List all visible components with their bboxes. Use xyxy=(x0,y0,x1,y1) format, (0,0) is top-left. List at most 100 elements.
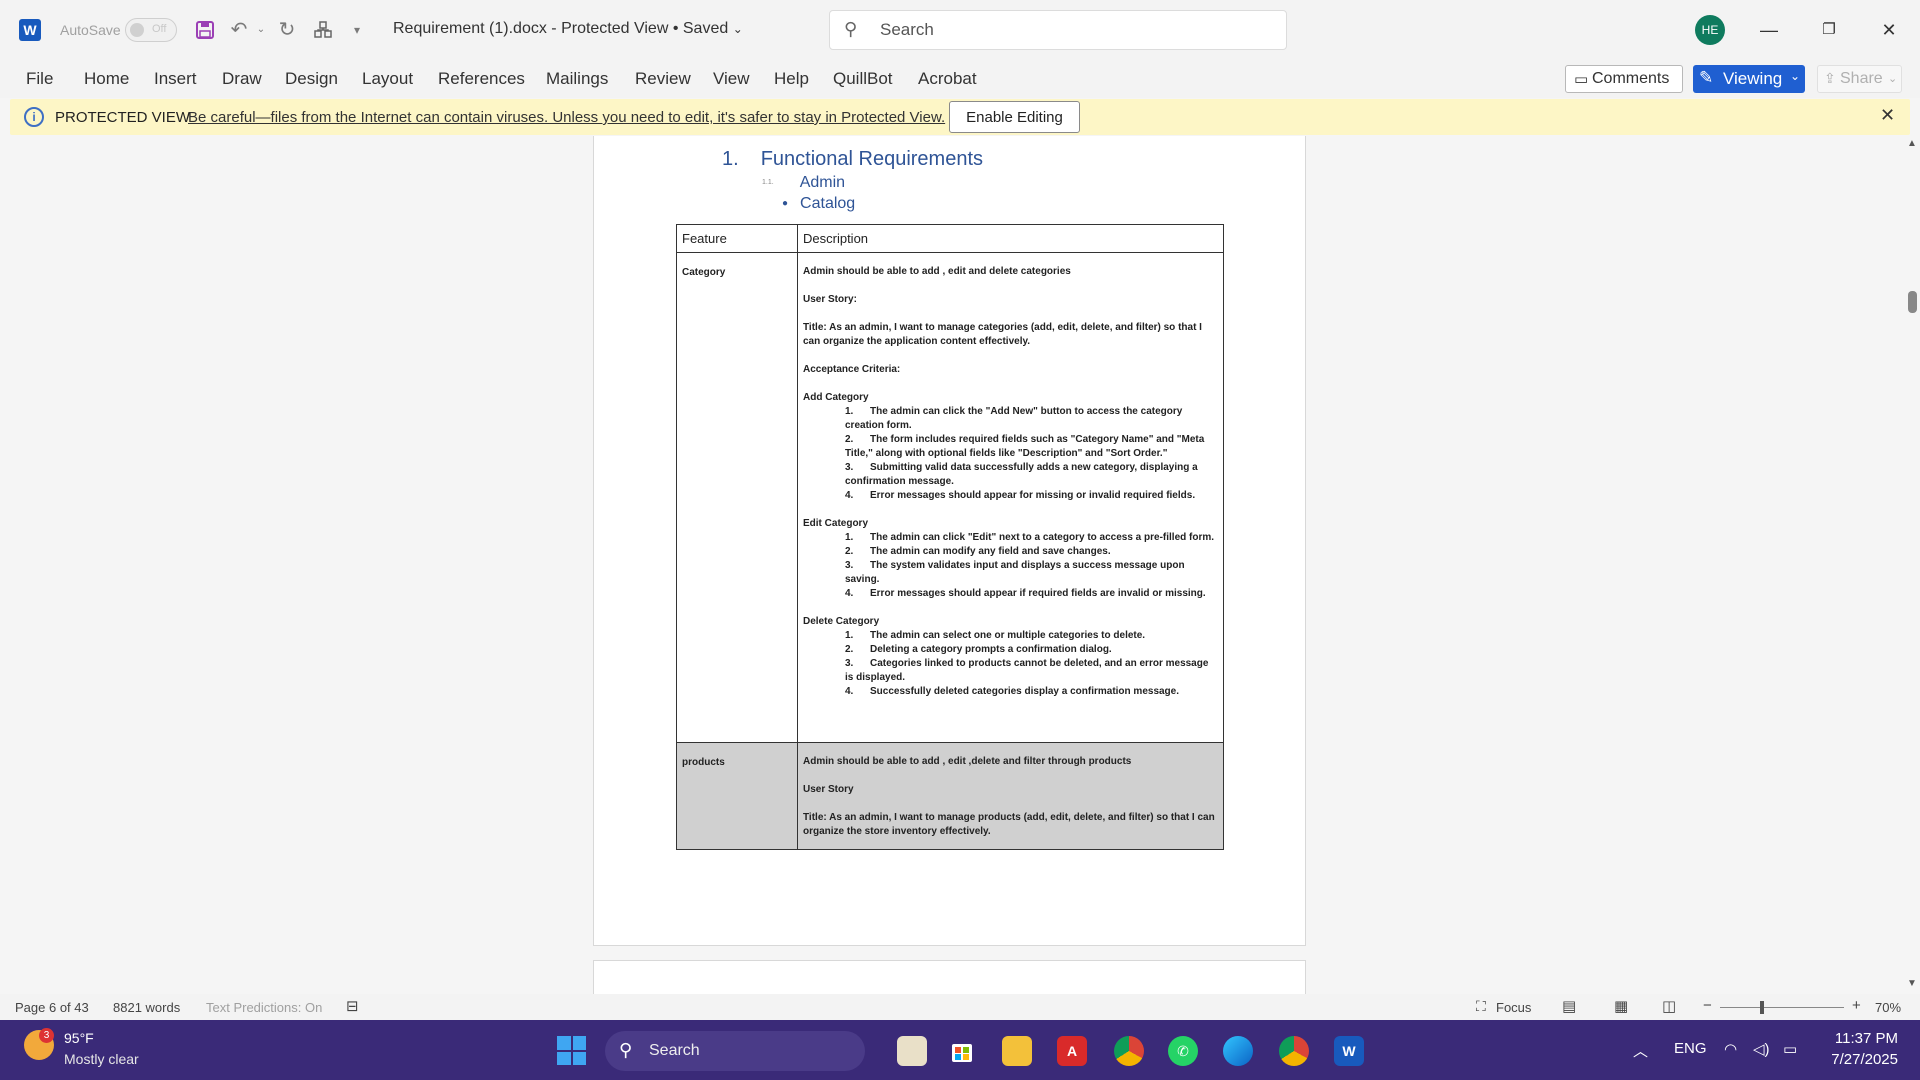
list-item-text: Categories linked to products cannot be … xyxy=(845,658,1209,683)
start-tile xyxy=(557,1051,571,1065)
list-item: 3. Categories linked to products cannot b… xyxy=(845,658,1209,683)
tab-acrobat[interactable]: Acrobat xyxy=(918,69,977,89)
chrome-icon[interactable] xyxy=(1114,1036,1144,1066)
tab-insert[interactable]: Insert xyxy=(154,69,197,89)
tab-home[interactable]: Home xyxy=(84,69,129,89)
language-indicator[interactable]: ENG xyxy=(1674,1040,1707,1057)
requirements-table: Feature Description Category Admin shoul… xyxy=(676,224,1224,850)
focus-button[interactable]: Focus xyxy=(1496,1000,1531,1015)
list-item-text: The admin can click the "Add New" button… xyxy=(845,406,1183,431)
weather-temperature[interactable]: 95°F xyxy=(64,1030,94,1046)
scroll-thumb[interactable] xyxy=(1908,291,1917,313)
search-input[interactable] xyxy=(880,17,1260,43)
summary-text: Admin should be able to add , edit and d… xyxy=(803,266,1071,277)
close-icon[interactable]: ✕ xyxy=(1869,12,1909,48)
chevron-down-icon: ⌄ xyxy=(1888,73,1898,85)
restore-icon[interactable]: ❐ xyxy=(1809,12,1849,48)
table-row: Category Admin should be able to add , e… xyxy=(676,252,1224,743)
tab-mailings[interactable]: Mailings xyxy=(546,69,608,89)
start-button[interactable] xyxy=(557,1036,586,1065)
list-item-text: The admin can select one or multiple cat… xyxy=(870,630,1146,641)
heading-1-number: 1. xyxy=(722,148,739,170)
minimize-icon[interactable]: — xyxy=(1749,12,1789,48)
user-story-title: Title: As an admin, I want to manage pro… xyxy=(803,812,1215,837)
scroll-up-icon[interactable]: ▲ xyxy=(1907,138,1917,149)
tab-references[interactable]: References xyxy=(438,69,525,89)
clock-time[interactable]: 11:37 PM xyxy=(1832,1030,1898,1047)
whatsapp-icon[interactable]: ✆ xyxy=(1168,1036,1198,1066)
chevron-down-icon: ⌄ xyxy=(1790,69,1801,83)
start-tile xyxy=(572,1051,586,1065)
redo-icon[interactable]: ↻ xyxy=(274,16,300,44)
comment-icon: ▭ xyxy=(1574,71,1589,88)
viewing-mode-button[interactable]: ✎ Viewing ⌄ xyxy=(1693,65,1805,93)
chrome-profile-icon[interactable] xyxy=(1279,1036,1309,1066)
file-manager-icon[interactable] xyxy=(897,1036,927,1066)
undo-dropdown-icon[interactable]: ⌄ xyxy=(248,16,274,44)
tab-view[interactable]: View xyxy=(713,69,750,89)
zoom-slider[interactable] xyxy=(1720,1007,1844,1008)
tab-design[interactable]: Design xyxy=(285,69,338,89)
zoom-in-button[interactable]: + xyxy=(1852,997,1861,1014)
comments-label: Comments xyxy=(1592,70,1670,87)
folder-icon[interactable] xyxy=(1002,1036,1032,1066)
weather-description[interactable]: Mostly clear xyxy=(64,1051,139,1067)
list-item: 1. The admin can click the "Add New" butt… xyxy=(845,406,1183,431)
notification-badge: 3 xyxy=(39,1028,54,1043)
avatar[interactable]: HE xyxy=(1695,15,1725,45)
zoom-slider-thumb[interactable] xyxy=(1760,1001,1764,1014)
scroll-down-icon[interactable]: ▼ xyxy=(1907,978,1917,989)
document-page[interactable]: 1. Functional Requirements 1.1. Admin ● Cat… xyxy=(593,136,1306,946)
save-icon[interactable] xyxy=(192,16,218,44)
protected-view-message[interactable]: Be careful—files from the Internet can c… xyxy=(188,109,945,126)
word-logo-icon: W xyxy=(19,19,41,41)
edit-category-list: 1. The admin can click "Edit" next to a c… xyxy=(845,531,1218,601)
document-canvas[interactable]: 1. Functional Requirements 1.1. Admin ● Cat… xyxy=(0,136,1904,994)
chevron-down-icon: ⌄ xyxy=(732,22,743,36)
tab-help[interactable]: Help xyxy=(774,69,809,89)
edge-icon[interactable] xyxy=(1223,1036,1253,1066)
tab-review[interactable]: Review xyxy=(635,69,691,89)
taskbar-search[interactable]: ⚲ Search xyxy=(605,1031,865,1071)
tab-draw[interactable]: Draw xyxy=(222,69,262,89)
customize-toolbar-icon[interactable]: ▾ xyxy=(344,16,370,44)
comments-button[interactable]: ▭ Comments xyxy=(1565,65,1683,93)
list-item-text: Error messages should appear if required… xyxy=(870,588,1206,599)
store-icon[interactable] xyxy=(947,1036,977,1066)
enable-editing-button[interactable]: Enable Editing xyxy=(949,101,1080,133)
acrobat-icon[interactable]: A xyxy=(1057,1036,1087,1066)
zoom-out-button[interactable]: − xyxy=(1703,997,1712,1014)
ribbon-tabs: File Home Insert Draw Design Layout Refe… xyxy=(0,60,1920,98)
tab-layout[interactable]: Layout xyxy=(362,69,413,89)
feature-cell: Category xyxy=(676,252,798,743)
list-item: 3. The system validates input and display… xyxy=(845,560,1185,585)
tab-file[interactable]: File xyxy=(26,69,53,89)
web-layout-icon[interactable]: ◫ xyxy=(1662,997,1676,1015)
chevron-up-icon[interactable]: ︿ xyxy=(1633,1040,1648,1061)
word-taskbar-icon[interactable]: W xyxy=(1334,1036,1364,1066)
word-count[interactable]: 8821 words xyxy=(113,1000,180,1015)
accessibility-icon[interactable]: ⊟ xyxy=(346,997,359,1015)
text-predictions[interactable]: Text Predictions: On xyxy=(206,1000,322,1015)
next-page[interactable] xyxy=(593,960,1306,994)
touch-mode-icon[interactable] xyxy=(310,16,336,44)
list-item: 2. The form includes required fields such… xyxy=(845,434,1205,459)
document-title[interactable]: Requirement (1).docx - Protected View • … xyxy=(393,20,743,38)
description-cell: Admin should be able to add , edit and d… xyxy=(797,252,1224,743)
read-mode-icon[interactable]: ▤ xyxy=(1562,997,1576,1015)
wifi-icon[interactable]: ◠ xyxy=(1724,1040,1737,1058)
page-count[interactable]: Page 6 of 43 xyxy=(15,1000,89,1015)
zoom-level[interactable]: 70% xyxy=(1875,1000,1901,1015)
clock-date[interactable]: 7/27/2025 xyxy=(1826,1051,1898,1068)
battery-icon[interactable]: ▭ xyxy=(1783,1040,1797,1058)
share-button[interactable]: ⇪ Share ⌄ xyxy=(1817,65,1902,93)
edit-category-label: Edit Category xyxy=(803,518,869,529)
protected-view-title: PROTECTED VIEW xyxy=(55,109,191,126)
close-icon[interactable]: ✕ xyxy=(1880,105,1895,126)
autosave-toggle[interactable]: Off xyxy=(125,18,177,42)
print-layout-icon[interactable]: ▦ xyxy=(1614,997,1628,1015)
tab-quillbot[interactable]: QuillBot xyxy=(833,69,893,89)
search-box[interactable]: ⚲ xyxy=(829,10,1287,50)
vertical-scrollbar[interactable]: ▲ ▼ xyxy=(1904,136,1920,994)
volume-icon[interactable]: ◁) xyxy=(1753,1040,1770,1058)
